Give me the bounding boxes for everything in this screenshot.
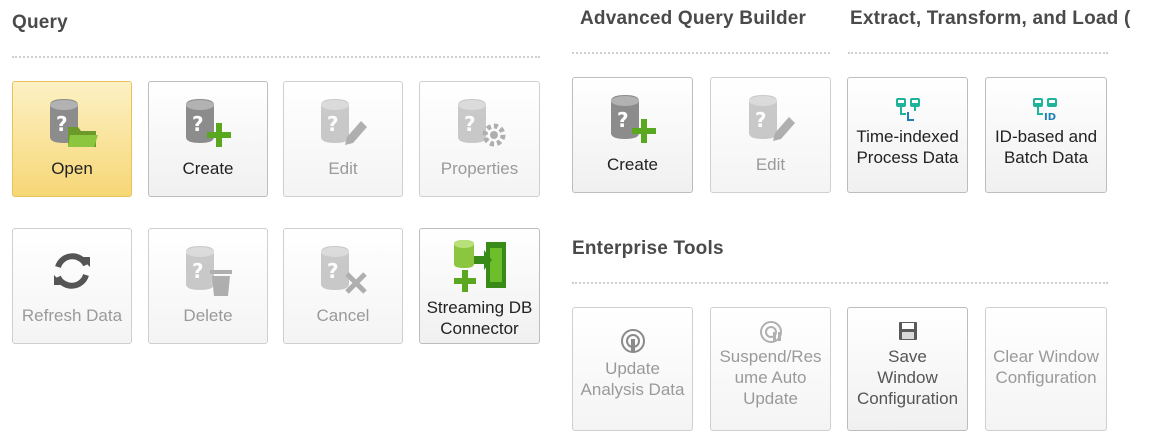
streaming-db-connector-label: Streaming DB Connector: [426, 298, 533, 338]
delete-button[interactable]: ? Delete: [148, 228, 268, 344]
database-plus-icon: ?: [605, 86, 661, 154]
save-window-configuration-label: Save Window Configuration: [856, 347, 959, 408]
section-divider: [848, 52, 1108, 54]
database-pencil-icon: ?: [743, 86, 799, 154]
id-based-icon: ID: [1031, 92, 1061, 126]
svg-text:?: ?: [755, 108, 767, 132]
database-plus-icon: ?: [180, 90, 236, 158]
update-analysis-data-label: Update Analysis Data: [580, 359, 685, 399]
svg-text:?: ?: [327, 259, 339, 283]
svg-text:?: ?: [56, 112, 68, 136]
aqb-edit-label: Edit: [755, 155, 786, 174]
database-x-icon: ?: [315, 237, 371, 305]
refresh-data-label: Refresh Data: [21, 306, 123, 325]
refresh-icon: [50, 237, 94, 305]
svg-text:?: ?: [192, 112, 204, 136]
edit-button[interactable]: ? Edit: [283, 81, 403, 197]
id-based-batch-data-label: ID-based and Batch Data: [994, 127, 1098, 167]
refresh-data-button[interactable]: Refresh Data: [12, 228, 132, 344]
section-heading-query: Query: [12, 12, 68, 33]
open-button[interactable]: ? Open: [12, 81, 132, 197]
suspend-resume-auto-update-label: Suspend/Res ume Auto Update: [719, 347, 822, 408]
open-label: Open: [51, 159, 93, 178]
save-window-configuration-button[interactable]: Save Window Configuration: [847, 307, 968, 431]
create-button[interactable]: ? Create: [148, 81, 268, 197]
time-indexed-process-data-button[interactable]: Time-indexed Process Data: [847, 77, 968, 193]
cancel-label: Cancel: [316, 306, 370, 325]
id-based-batch-data-button[interactable]: ID ID-based and Batch Data: [985, 77, 1107, 193]
delete-label: Delete: [183, 306, 233, 325]
svg-text:ID: ID: [1044, 112, 1056, 122]
svg-text:?: ?: [464, 112, 476, 136]
edit-label: Edit: [328, 159, 358, 178]
svg-text:?: ?: [192, 259, 204, 283]
section-divider: [572, 52, 830, 54]
database-pencil-icon: ?: [315, 90, 371, 158]
clear-window-configuration-button[interactable]: Clear Window Configuration: [985, 307, 1107, 431]
aqb-edit-button[interactable]: ? Edit: [710, 77, 831, 193]
floppy-icon: [897, 316, 919, 346]
section-divider: [572, 282, 1108, 284]
aqb-create-label: Create: [606, 155, 659, 174]
time-indexed-icon: [894, 92, 922, 126]
suspend-resume-auto-update-button[interactable]: Suspend/Res ume Auto Update: [710, 307, 831, 431]
svg-text:?: ?: [617, 108, 629, 132]
section-heading-etl: Extract, Transform, and Load (: [850, 8, 1131, 29]
broadcast-icon: [620, 324, 646, 358]
section-heading-advanced-query-builder: Advanced Query Builder: [580, 8, 807, 29]
section-divider: [12, 56, 540, 58]
database-trash-icon: ?: [180, 237, 236, 305]
database-folder-icon: ?: [44, 90, 100, 158]
properties-label: Properties: [440, 159, 519, 178]
svg-text:?: ?: [327, 112, 339, 136]
section-heading-enterprise-tools: Enterprise Tools: [572, 238, 724, 259]
streaming-connector-icon: [450, 235, 510, 297]
cancel-button[interactable]: ? Cancel: [283, 228, 403, 344]
database-gear-icon: ?: [452, 90, 508, 158]
update-analysis-data-button[interactable]: Update Analysis Data: [572, 307, 693, 431]
clear-window-configuration-label: Clear Window Configuration: [993, 347, 1099, 387]
broadcast-pause-icon: [759, 318, 783, 346]
create-label: Create: [182, 159, 234, 178]
streaming-db-connector-button[interactable]: Streaming DB Connector: [419, 228, 540, 344]
aqb-create-button[interactable]: ? Create: [572, 77, 693, 193]
time-indexed-process-data-label: Time-indexed Process Data: [856, 127, 959, 167]
properties-button[interactable]: ? Properties: [419, 81, 540, 197]
